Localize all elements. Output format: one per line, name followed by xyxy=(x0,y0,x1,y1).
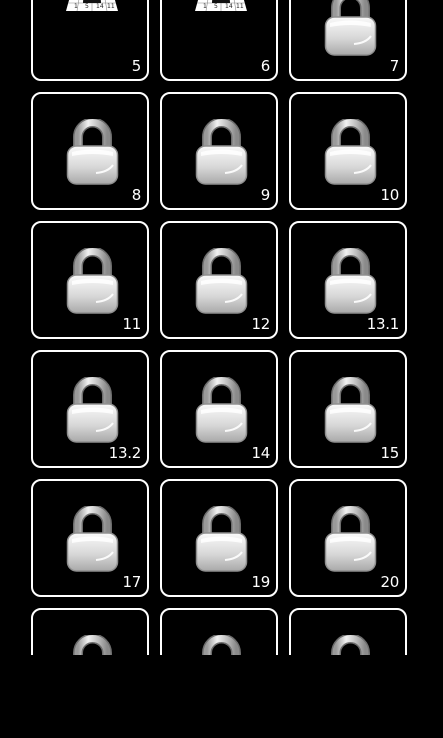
level-tile[interactable] xyxy=(289,608,407,655)
level-number: 20 xyxy=(380,573,400,591)
level-number: 8 xyxy=(131,186,142,204)
level-number: 17 xyxy=(122,573,142,591)
level-tile[interactable] xyxy=(31,608,149,655)
svg-text:11: 11 xyxy=(236,3,244,10)
level-number: 9 xyxy=(260,186,271,204)
level-tile[interactable]: 14 xyxy=(160,350,278,468)
level-number: 14 xyxy=(251,444,271,462)
padlock-icon xyxy=(195,246,248,315)
padlock-icon xyxy=(66,633,119,655)
padlock-icon xyxy=(324,375,377,444)
svg-text:11: 11 xyxy=(107,3,115,10)
padlock-icon xyxy=(66,246,119,315)
level-tile[interactable]: 20 xyxy=(289,479,407,597)
padlock-icon xyxy=(324,633,377,655)
level-number: 19 xyxy=(251,573,271,591)
padlock-icon xyxy=(195,504,248,573)
level-number: 10 xyxy=(380,186,400,204)
level-tile[interactable]: 11 xyxy=(31,221,149,339)
level-tile[interactable]: 8 xyxy=(31,92,149,210)
svg-text:5: 5 xyxy=(85,3,89,10)
level-tile[interactable]: 10 xyxy=(289,92,407,210)
padlock-icon xyxy=(66,504,119,573)
svg-text:5: 5 xyxy=(214,3,218,10)
level-tile[interactable]: 19 xyxy=(160,479,278,597)
level-number: 5 xyxy=(131,57,142,75)
level-tile[interactable]: 15 xyxy=(289,350,407,468)
padlock-icon xyxy=(324,0,377,57)
padlock-icon xyxy=(195,633,248,655)
level-number: 11 xyxy=(122,315,142,333)
padlock-icon xyxy=(66,375,119,444)
level-tile[interactable] xyxy=(160,608,278,655)
level-tile[interactable]: 12 xyxy=(160,221,278,339)
padlock-icon xyxy=(324,504,377,573)
padlock-icon xyxy=(324,246,377,315)
padlock-icon xyxy=(195,117,248,186)
bottom-bar xyxy=(0,655,443,738)
padlock-icon xyxy=(324,117,377,186)
svg-text:1: 1 xyxy=(74,3,78,10)
level-tile[interactable]: 13.2 xyxy=(31,350,149,468)
level-tile[interactable]: 17 xyxy=(31,479,149,597)
level-preview-icon: 1 5 14 11 xyxy=(64,0,120,13)
padlock-icon xyxy=(195,375,248,444)
level-number: 6 xyxy=(260,57,271,75)
level-tile[interactable]: 1 5 14 11 5 xyxy=(31,0,149,81)
level-number: 15 xyxy=(380,444,400,462)
level-number: 13.2 xyxy=(108,444,142,462)
level-number: 13.1 xyxy=(366,315,400,333)
level-tile[interactable]: 13.1 xyxy=(289,221,407,339)
level-number: 7 xyxy=(389,57,400,75)
svg-text:1: 1 xyxy=(203,3,207,10)
svg-text:14: 14 xyxy=(96,3,104,10)
level-number: 12 xyxy=(251,315,271,333)
level-preview-icon: 1 5 14 11 xyxy=(193,0,249,13)
level-select-screen: 1 5 14 11 5 1 5 14 11 6 7 8 9 10 11 12 13.1 13.2 14 15 17 19 2… xyxy=(0,0,443,655)
level-tile[interactable]: 1 5 14 11 6 xyxy=(160,0,278,81)
padlock-icon xyxy=(66,117,119,186)
svg-text:14: 14 xyxy=(225,3,233,10)
level-tile[interactable]: 9 xyxy=(160,92,278,210)
level-tile[interactable]: 7 xyxy=(289,0,407,81)
